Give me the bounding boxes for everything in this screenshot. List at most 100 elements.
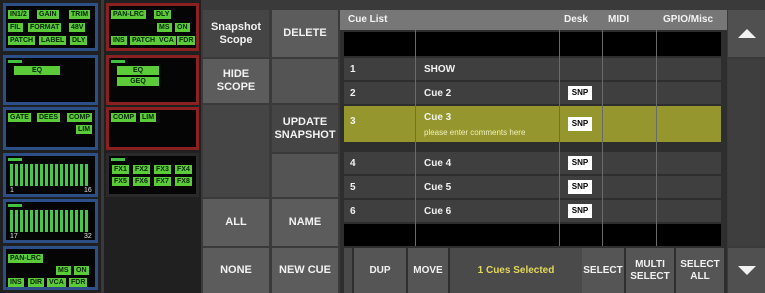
meter-panel-17-32[interactable]: 17 32 — [3, 199, 98, 243]
scope-empty-area — [203, 105, 269, 197]
cue-row-2[interactable]: 2 Cue 2 SNP — [344, 82, 721, 104]
multi-select-button[interactable]: MULTI SELECT — [626, 248, 674, 293]
snapshot-badge: SNP — [568, 86, 592, 100]
cue-row-3-selected[interactable]: 3 Cue 3 please enter comments here SNP — [344, 106, 721, 142]
meter-bar — [50, 164, 53, 186]
label-48v: 48V — [69, 23, 86, 32]
tab-desk[interactable]: Desk — [564, 14, 588, 25]
cue-name: Cue 5 — [424, 182, 452, 193]
label-fil: FIL — [8, 23, 23, 32]
meter-start-label: 17 — [10, 233, 18, 240]
list-spacer — [344, 224, 721, 246]
action-blank-slot — [272, 59, 338, 103]
meter-bar — [85, 164, 88, 186]
update-snapshot-button[interactable]: UPDATE SNAPSHOT — [272, 105, 338, 152]
meter-bar — [10, 164, 13, 186]
meter-panel-1-16[interactable]: 1 16 — [3, 153, 98, 197]
meter-bar — [40, 210, 43, 232]
meter-bar — [20, 210, 23, 232]
select-button[interactable]: SELECT — [582, 248, 624, 293]
cue-list-header: Cue List Desk MIDI GPIO/Misc — [340, 10, 727, 30]
cue-name: Cue 4 — [424, 158, 452, 169]
panel-tag — [111, 158, 125, 161]
name-button[interactable]: NAME — [272, 199, 338, 246]
mix-eq-panel[interactable]: EQ GEQ — [106, 55, 199, 105]
select-all-button[interactable]: SELECT ALL — [676, 248, 724, 293]
mix-pan-panel[interactable]: PAN-LRC DLY MS ON INS PATCH VCA FDR — [106, 3, 199, 51]
cue-row-1[interactable]: 1 SHOW — [344, 58, 721, 80]
cue-row-5[interactable]: 5 Cue 5 SNP — [344, 176, 721, 198]
selection-status: 1 Cues Selected — [450, 248, 582, 293]
hide-scope-button[interactable]: HIDE SCOPE — [203, 59, 269, 103]
column-divider — [415, 30, 416, 246]
meter-bar — [75, 164, 78, 186]
input-pan-panel[interactable]: PAN-LRC MS ON INS DIR VCA FDR — [3, 246, 98, 290]
meter-bar — [15, 210, 18, 232]
input-dynamics-panel[interactable]: GATE DEES COMP LIM — [3, 107, 98, 150]
scroll-down-button[interactable] — [728, 248, 765, 293]
cue-row-6[interactable]: 6 Cue 6 SNP — [344, 200, 721, 222]
meter-start-label: 1 — [10, 187, 14, 194]
input-eq-panel[interactable]: EQ — [3, 55, 98, 105]
meter-bar — [15, 164, 18, 186]
panel-tag — [111, 60, 125, 63]
cue-comment[interactable]: please enter comments here — [424, 128, 525, 137]
snapshot-badge: SNP — [568, 180, 592, 194]
label-fx2: FX2 — [133, 165, 150, 174]
delete-button[interactable]: DELETE — [272, 10, 338, 57]
new-cue-button[interactable]: NEW CUE — [272, 248, 338, 293]
snapshot-scope-title: Snapshot Scope — [203, 10, 269, 57]
list-spacer — [344, 32, 721, 56]
meter-bar — [35, 210, 38, 232]
label-geq: GEQ — [117, 77, 159, 86]
meter-bar — [55, 210, 58, 232]
cue-name: Cue 6 — [424, 206, 452, 217]
cue-number: 3 — [350, 116, 356, 127]
select-all-scope-button[interactable]: ALL — [203, 199, 269, 246]
meter-bar — [40, 164, 43, 186]
column-divider — [656, 30, 657, 246]
meter-bar — [60, 164, 63, 186]
label-ms: MS — [157, 23, 172, 32]
scroll-up-button[interactable] — [728, 10, 765, 57]
panel-tag — [8, 158, 22, 161]
input-gain-panel[interactable]: IN1/2 GAIN TRIM FIL FORMAT 48V PATCH LAB… — [3, 3, 98, 51]
tab-midi[interactable]: MIDI — [608, 14, 629, 25]
label-fx1: FX1 — [112, 165, 129, 174]
dup-button[interactable]: DUP — [354, 248, 406, 293]
meter-bar — [70, 164, 73, 186]
select-none-scope-button[interactable]: NONE — [203, 248, 269, 293]
meter-bar — [80, 164, 83, 186]
mix-dynamics-panel[interactable]: COMP LIM — [106, 107, 199, 150]
fx-sends-panel[interactable]: FX1 FX2 FX3 FX4 FX5 FX6 FX7 FX8 — [106, 153, 199, 197]
label-gate: GATE — [8, 113, 31, 122]
meter-bar — [70, 210, 73, 232]
tab-cue-list[interactable]: Cue List — [348, 14, 387, 25]
label-on: ON — [74, 266, 89, 275]
label-ins: INS — [111, 36, 127, 45]
label-vca: VCA — [47, 278, 66, 287]
move-button[interactable]: MOVE — [408, 248, 448, 293]
cue-row-4[interactable]: 4 Cue 4 SNP — [344, 152, 721, 174]
label-ins: INS — [8, 278, 24, 287]
meter-bar — [60, 210, 63, 232]
cue-number: 1 — [350, 64, 356, 75]
label-pan-lrc: PAN-LRC — [111, 10, 146, 19]
label-fx5: FX5 — [112, 177, 129, 186]
label-fx8: FX8 — [175, 177, 192, 186]
label-in12: IN1/2 — [8, 10, 29, 19]
cue-name: SHOW — [424, 64, 456, 75]
tab-gpio[interactable]: GPIO/Misc — [663, 14, 713, 25]
meter-bar — [25, 164, 28, 186]
snapshot-badge: SNP — [568, 156, 592, 170]
label-on: ON — [175, 23, 190, 32]
snapshot-badge: SNP — [568, 117, 592, 131]
triangle-up-icon — [737, 29, 756, 38]
cue-number: 6 — [350, 206, 356, 217]
label-trim: TRIM — [69, 10, 91, 19]
meter-bar — [45, 164, 48, 186]
scroll-track[interactable] — [728, 59, 765, 246]
label-comp: COMP — [67, 113, 92, 122]
column-divider — [559, 30, 560, 246]
cue-number: 2 — [350, 88, 356, 99]
